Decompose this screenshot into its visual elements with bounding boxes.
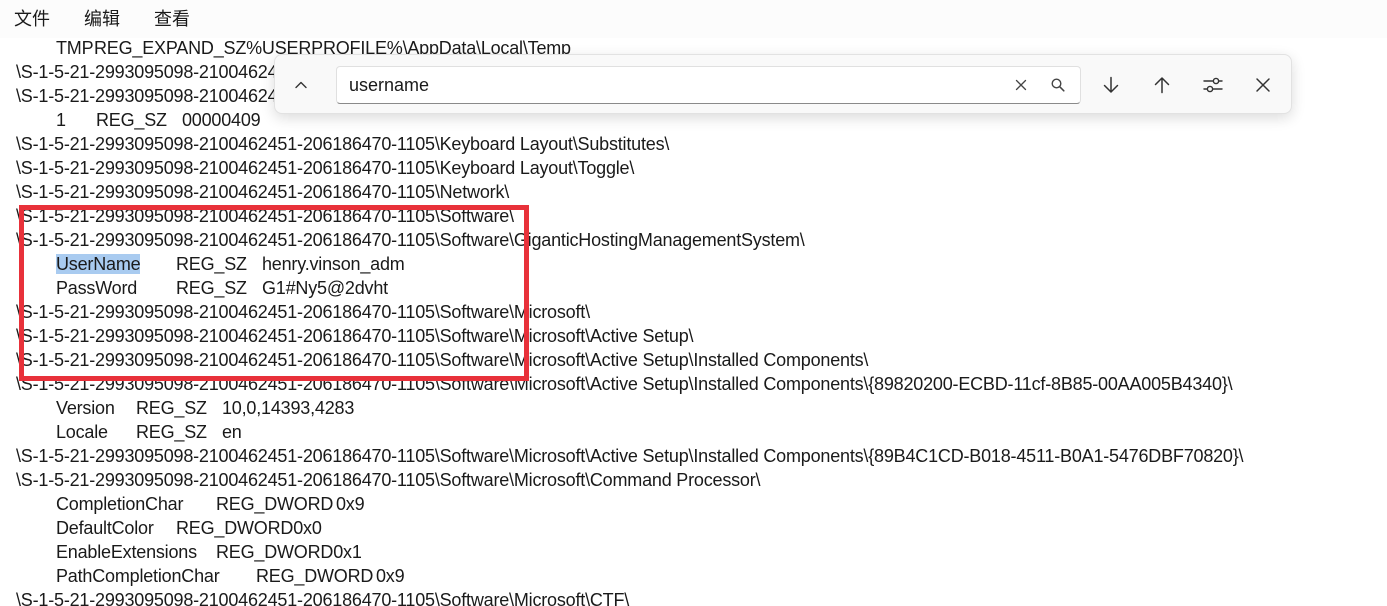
registry-key-line: \S-1-5-21-2993095098-2100462451-20618647… [0,300,1387,324]
close-icon [1015,79,1027,91]
value-name: DefaultColor [56,518,154,538]
arrow-up-icon [1154,77,1170,94]
key-path: \S-1-5-21-2993095098-2100462451-20618647… [16,470,761,490]
find-input[interactable] [349,67,989,103]
value-data: 0x1 [333,542,362,562]
value-data: 0x9 [336,494,365,514]
registry-key-line: \S-1-5-21-2993095098-2100462451-20618647… [0,156,1387,180]
registry-key-line: \S-1-5-21-2993095098-2100462451-20618647… [0,372,1387,396]
registry-value-line: Locale REG_SZ en [0,420,1387,444]
menu-bar: 文件 编辑 查看 [0,0,1387,38]
registry-key-line: \S-1-5-21-2993095098-2100462451-20618647… [0,348,1387,372]
value-data: en [222,422,242,442]
value-name: 1 [56,110,66,130]
value-type: REG_SZ [176,278,247,298]
clear-find-button[interactable] [1007,71,1035,99]
registry-key-line: \S-1-5-21-2993095098-2100462451-20618647… [0,324,1387,348]
key-path: \S-1-5-21-2993095098-2100462451-20618647… [16,374,1233,394]
value-type: REG_SZ [176,254,247,274]
arrow-down-icon [1103,76,1119,93]
value-type: REG_DWORD [256,566,374,586]
value-type: REG_SZ [136,398,207,418]
value-name: EnableExtensions [56,542,197,562]
value-data: G1#Ny5@2dvht [262,278,388,298]
registry-key-line: \S-1-5-21-2993095098-2100462451-20618647… [0,468,1387,492]
menu-view[interactable]: 查看 [144,0,200,38]
registry-value-line: PathCompletionChar REG_DWORD 0x9 [0,564,1387,588]
find-previous-button[interactable] [1144,67,1180,103]
text-editor[interactable]: TMPREG_EXPAND_SZ%USERPROFILE%\AppData\Lo… [0,38,1387,606]
registry-key-line: \S-1-5-21-2993095098-2100462451-20618647… [0,132,1387,156]
value-name: PassWord [56,278,138,298]
menu-edit[interactable]: 编辑 [74,0,130,38]
close-find-button[interactable] [1245,67,1281,103]
value-name: Locale [56,422,108,442]
key-path: \S-1-5-21-2993095098-2100462451-20618647… [16,206,514,226]
value-name: Version [56,398,115,418]
notepad-window: 文件 编辑 查看 TMPREG_EXPAND_SZ%USERPROFILE%\A… [0,0,1387,606]
value-name: UserName [56,252,176,276]
key-path: \S-1-5-21-2993095098-2100462451-20618647… [16,446,1244,466]
registry-value-line: EnableExtensions REG_DWORD0x1 [0,540,1387,564]
value-name: PathCompletionChar [56,566,220,586]
value-data: 0x9 [376,566,405,586]
key-path: \S-1-5-21-2993095098-2100462451-20618647… [16,350,869,370]
registry-key-line: \S-1-5-21-2993095098-2100462451-20618647… [0,444,1387,468]
sliders-icon [1203,77,1223,93]
close-icon [1256,78,1270,92]
key-path: \S-1-5-21-2993095098-2100462451-20618647… [16,230,805,250]
registry-value-line: PassWord REG_SZ G1#Ny5@2dvht [0,276,1387,300]
value-data: henry.vinson_adm [262,254,405,274]
value-type: REG_SZ [96,110,167,130]
value-name: CompletionChar [56,494,184,514]
key-path: \S-1-5-21-2993095098-2100462451-20618647… [16,590,630,606]
value-type: REG_EXPAND_SZ [94,38,247,58]
value-type: REG_DWORD [176,518,294,538]
value-type: REG_DWORD [216,494,334,514]
search-icon [1051,78,1065,92]
value-type: REG_DWORD [216,542,334,562]
find-bar [274,54,1292,114]
key-path: \S-1-5-21-2993095098-2100462451-20618647… [16,302,590,322]
key-path: \S-1-5-21-2993095098-2100462451-20618647… [16,326,694,346]
registry-value-line: Version REG_SZ 10,0,14393,4283 [0,396,1387,420]
registry-key-line: \S-1-5-21-2993095098-2100462451-20618647… [0,204,1387,228]
registry-value-line: CompletionChar REG_DWORD 0x9 [0,492,1387,516]
value-data: 10,0,14393,4283 [222,398,355,418]
key-path: \S-1-5-21-2993095098-2100462451-20618647… [16,158,635,178]
registry-key-line: \S-1-5-21-2993095098-2100462451-20618647… [0,228,1387,252]
find-input-box [336,66,1081,104]
find-next-button[interactable] [1093,67,1129,103]
key-path: \S-1-5-21-2993095098-2100462451-20618647… [16,134,670,154]
value-type: REG_SZ [136,422,207,442]
registry-value-line: UserName REG_SZ henry.vinson_adm [0,252,1387,276]
chevron-up-icon [295,81,307,89]
registry-key-line: \S-1-5-21-2993095098-2100462451-20618647… [0,180,1387,204]
value-data: 00000409 [182,110,261,130]
text-lines: TMPREG_EXPAND_SZ%USERPROFILE%\AppData\Lo… [0,38,1387,606]
search-button[interactable] [1044,71,1072,99]
value-name: TMP [56,38,94,58]
search-match-highlight: UserName [56,254,141,274]
value-data: 0x0 [293,518,322,538]
registry-key-line: \S-1-5-21-2993095098-2100462451-20618647… [0,588,1387,606]
key-path: \S-1-5-21-2993095098-2100462451-20618647… [16,182,510,202]
collapse-find-button[interactable] [283,67,319,103]
menu-file[interactable]: 文件 [4,0,60,38]
find-options-button[interactable] [1195,67,1231,103]
registry-value-line: DefaultColor REG_DWORD0x0 [0,516,1387,540]
